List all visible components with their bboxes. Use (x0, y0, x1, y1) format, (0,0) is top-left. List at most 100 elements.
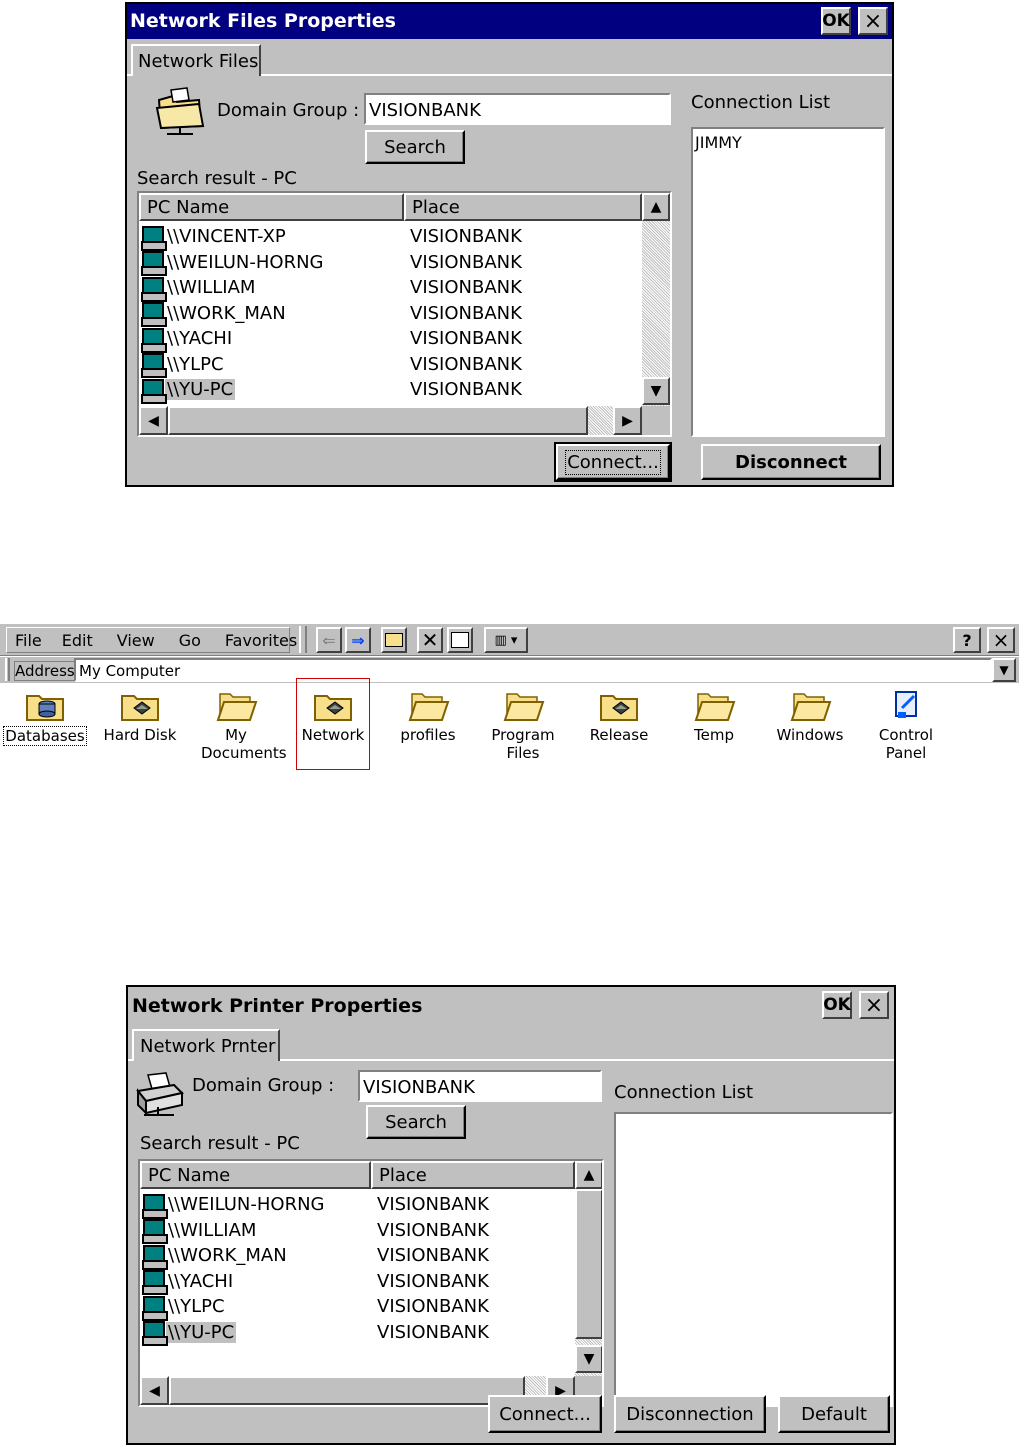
connect-button[interactable]: Connect... (554, 442, 672, 482)
menu-view[interactable]: View (105, 631, 167, 650)
column-label: Place (412, 196, 460, 218)
back-button[interactable]: ⇐ (316, 627, 342, 653)
scroll-down-button[interactable]: ▼ (642, 377, 670, 405)
tab-label: Network Prnter (140, 1035, 276, 1057)
list-item[interactable]: \\WILLIAM VISIONBANK (142, 1218, 574, 1245)
address-input[interactable]: My Computer (74, 658, 992, 682)
scroll-down-button[interactable]: ▼ (575, 1345, 602, 1373)
explorer-item-temp[interactable]: Temp (669, 686, 759, 744)
computer-icon (142, 1193, 168, 1219)
pc-list[interactable]: PC Name Place \\VINCENT-XP VISIONBANK \\WE… (137, 191, 672, 437)
computer-icon (141, 251, 167, 277)
column-header-place[interactable]: Place (404, 193, 642, 221)
place-cell: VISIONBANK (377, 1321, 489, 1343)
ok-button[interactable]: OK (821, 7, 851, 35)
place-cell: VISIONBANK (410, 226, 522, 248)
horizontal-scroll-thumb[interactable] (168, 406, 588, 435)
pc-list[interactable]: PC Name Place \\WEILUN-HORNG VISIONBANK \\… (138, 1159, 604, 1407)
horizontal-scroll-thumb[interactable] (169, 1376, 525, 1405)
place-cell: VISIONBANK (410, 277, 522, 299)
explorer-item-profiles[interactable]: profiles (383, 686, 473, 744)
list-item[interactable]: \\YLPC VISIONBANK (141, 352, 641, 379)
help-button[interactable]: ? (953, 627, 981, 653)
place-cell: VISIONBANK (410, 251, 522, 273)
explorer-item-databases[interactable]: Databases (0, 686, 90, 746)
dialog-title: Network Files Properties (130, 10, 396, 32)
place-cell: VISIONBANK (377, 1296, 489, 1318)
domain-group-input[interactable]: VISIONBANK (364, 93, 671, 125)
forward-button[interactable]: ⇒ (345, 627, 371, 653)
column-header-place[interactable]: Place (371, 1161, 575, 1189)
list-item[interactable]: \\WILLIAM VISIONBANK (141, 275, 641, 302)
connection-list[interactable] (614, 1112, 893, 1407)
menu-edit[interactable]: Edit (50, 631, 105, 650)
scroll-up-button[interactable]: ▲ (575, 1161, 602, 1189)
search-button[interactable]: Search (365, 130, 465, 164)
dialog-title: Network Printer Properties (132, 995, 423, 1017)
column-header-pc-name[interactable]: PC Name (139, 193, 404, 221)
list-item[interactable]: \\YLPC VISIONBANK (142, 1294, 574, 1321)
computer-icon (142, 1321, 168, 1347)
list-item[interactable]: \\YU-PC VISIONBANK (141, 377, 641, 404)
address-dropdown-button[interactable]: ▼ (992, 658, 1016, 682)
ok-label: OK (823, 995, 851, 1015)
explorer-item-program-files[interactable]: Program Files (478, 686, 568, 762)
connection-list[interactable]: JIMMY (691, 127, 885, 437)
disconnection-button[interactable]: Disconnection (614, 1395, 766, 1433)
pc-name: \\WEILUN-HORNG (168, 1194, 325, 1216)
explorer-item-label: Temp (694, 726, 734, 744)
list-item[interactable]: \\WEILUN-HORNG VISIONBANK (141, 250, 641, 277)
explorer-item-windows[interactable]: Windows (765, 686, 855, 744)
tab-network-files[interactable]: Network Files (131, 44, 261, 76)
views-button[interactable]: ▥ ▾ (484, 627, 528, 653)
list-item[interactable]: \\WORK_MAN VISIONBANK (141, 301, 641, 328)
explorer-item-release[interactable]: Release (574, 686, 664, 744)
scroll-left-button[interactable]: ◀ (140, 1376, 169, 1405)
place-cell: VISIONBANK (410, 379, 522, 401)
domain-group-input[interactable]: VISIONBANK (358, 1070, 602, 1102)
menu-go[interactable]: Go (167, 631, 213, 650)
delete-button[interactable]: ✕ (417, 627, 443, 653)
menu-favorites[interactable]: Favorites (213, 631, 309, 650)
scroll-up-button[interactable]: ▲ (642, 193, 670, 221)
highlight-box (296, 678, 370, 770)
list-item[interactable]: \\YU-PC VISIONBANK (142, 1320, 574, 1347)
scroll-corner (642, 406, 670, 435)
computer-icon (141, 302, 167, 328)
search-result-label: Search result - PC (140, 1133, 300, 1154)
up-folder-button[interactable] (381, 627, 407, 653)
column-label: PC Name (147, 196, 230, 218)
list-item[interactable]: \\WORK_MAN VISIONBANK (142, 1243, 574, 1270)
list-item[interactable]: \\YACHI VISIONBANK (142, 1269, 574, 1296)
vertical-scroll-thumb[interactable] (575, 1189, 602, 1339)
list-item[interactable]: \\WEILUN-HORNG VISIONBANK (142, 1192, 574, 1219)
computer-icon (141, 353, 167, 379)
pc-name: \\YLPC (168, 1296, 225, 1318)
default-button[interactable]: Default (778, 1395, 890, 1433)
tab-network-printer[interactable]: Network Prnter (132, 1029, 280, 1061)
close-button[interactable]: × (859, 991, 889, 1019)
close-icon: × (864, 992, 884, 1018)
scroll-right-button[interactable]: ▶ (613, 406, 642, 435)
default-button-label: Default (801, 1403, 867, 1425)
disconnect-button[interactable]: Disconnect (701, 444, 881, 480)
list-item[interactable]: \\YACHI VISIONBANK (141, 326, 641, 353)
connect-button[interactable]: Connect... (488, 1395, 602, 1433)
ok-button[interactable]: OK (822, 991, 852, 1019)
connection-item[interactable]: JIMMY (695, 133, 881, 152)
explorer-item-my-documents[interactable]: My Documents (191, 686, 287, 762)
menu-file[interactable]: File (7, 631, 50, 650)
pc-name-cell: \\YU-PC (142, 1321, 371, 1347)
close-button[interactable]: × (987, 627, 1015, 653)
vertical-scrollbar[interactable] (642, 193, 670, 406)
pc-name: \\WILLIAM (167, 277, 256, 299)
scroll-left-button[interactable]: ◀ (139, 406, 168, 435)
list-item[interactable]: \\VINCENT-XP VISIONBANK (141, 224, 641, 251)
properties-button[interactable] (447, 627, 473, 653)
close-button[interactable]: × (858, 7, 888, 35)
pc-name: \\WEILUN-HORNG (167, 251, 324, 273)
column-header-pc-name[interactable]: PC Name (140, 1161, 371, 1189)
explorer-item-control-panel[interactable]: Control Panel (861, 686, 951, 762)
explorer-item-hard-disk[interactable]: Hard Disk (95, 686, 185, 744)
search-button[interactable]: Search (366, 1105, 466, 1139)
